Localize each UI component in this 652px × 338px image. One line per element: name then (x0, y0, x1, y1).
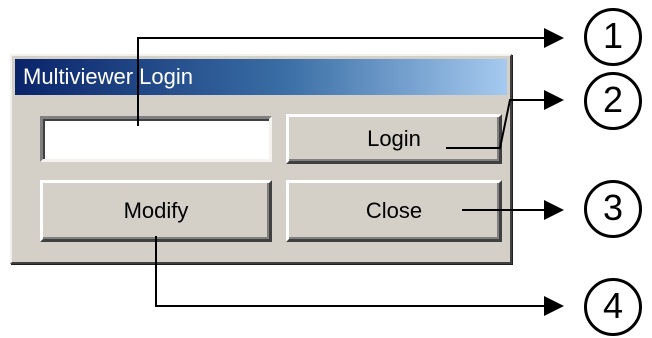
callout-number-4: 4 (584, 278, 642, 336)
dialog-title-bar[interactable]: Multiviewer Login (15, 59, 507, 95)
dialog-title: Multiviewer Login (23, 64, 193, 89)
login-button[interactable]: Login (286, 114, 502, 164)
close-button[interactable]: Close (286, 180, 502, 242)
callout-number-3: 3 (584, 180, 642, 238)
callout-number-1: 1 (584, 8, 642, 66)
callout-number-2: 2 (584, 72, 642, 130)
login-input[interactable] (40, 116, 272, 162)
modify-button[interactable]: Modify (40, 180, 272, 242)
login-dialog: Multiviewer Login Login Modify Close (10, 54, 512, 264)
